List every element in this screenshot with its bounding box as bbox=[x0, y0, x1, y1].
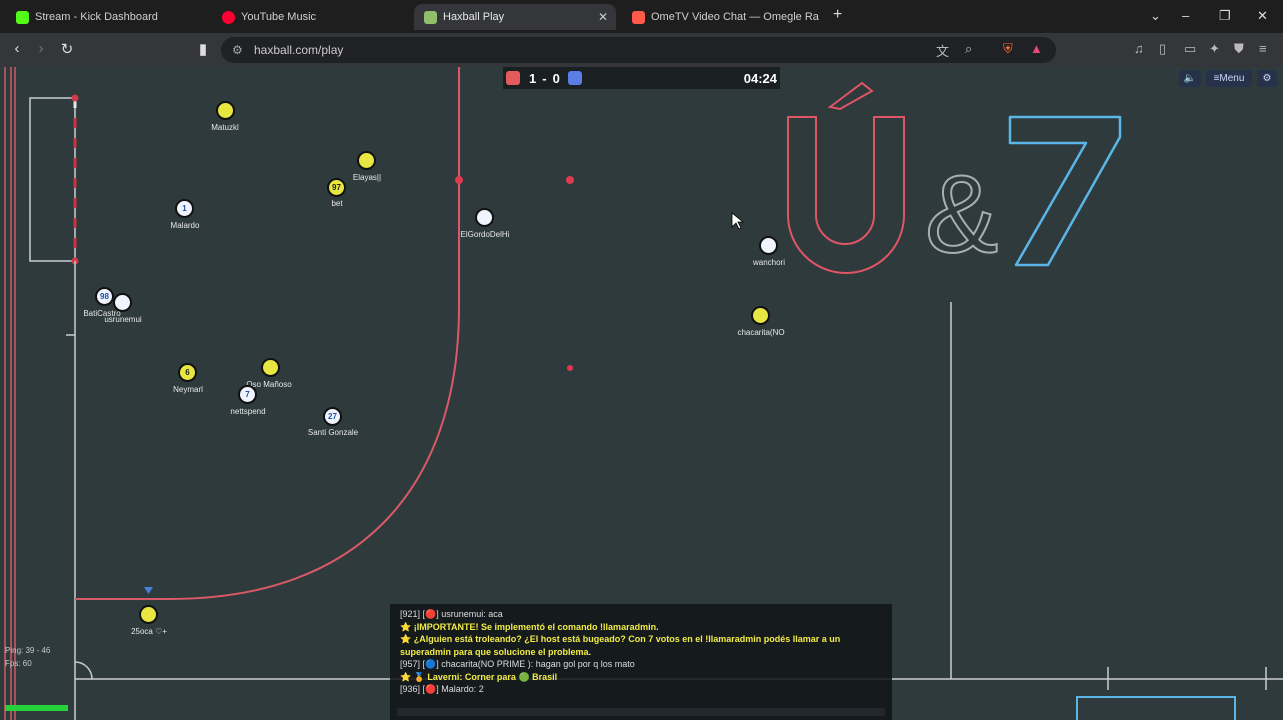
zoom-icon[interactable]: ⌕ bbox=[965, 41, 972, 57]
player-disc: 6 bbox=[178, 363, 197, 382]
player-disc bbox=[216, 101, 235, 120]
ometv-icon bbox=[632, 10, 645, 24]
player-number: 6 bbox=[185, 368, 190, 377]
player-name: nettspend bbox=[230, 407, 266, 416]
player-name: Malardo bbox=[170, 221, 200, 230]
tab-ometv[interactable]: OmeTV Video Chat — Omegle Ra bbox=[622, 4, 822, 30]
player-disc: 98 bbox=[95, 287, 114, 306]
speaker-icon: 🔈 bbox=[1183, 73, 1197, 84]
chat-message: superadmin para que solucione el problem… bbox=[400, 646, 592, 657]
tab-haxball-play[interactable]: Haxball Play ✕ bbox=[414, 4, 616, 30]
tab-label: OmeTV Video Chat — Omegle Ra bbox=[651, 11, 819, 23]
chat-input[interactable] bbox=[397, 708, 885, 716]
player-name: wanchori bbox=[752, 258, 785, 267]
kick-icon bbox=[16, 10, 29, 24]
haxball-game-canvas[interactable]: & 1 - 0 04:24 🔈 ≡Menu ⚙ Matuzkl Elayas||… bbox=[0, 67, 1283, 720]
player-name: ElGordoDelHi bbox=[460, 230, 510, 239]
tab-label: Haxball Play bbox=[443, 11, 505, 23]
forward-icon[interactable]: › bbox=[31, 40, 51, 57]
chat-message: [957] [🔵] chacarita(NO PRIME ): hagan go… bbox=[400, 659, 635, 669]
chat-message: ⭐ 🏅 Laverni: Corner para 🟢 Brasil bbox=[400, 671, 558, 682]
player-disc: 27 bbox=[323, 407, 342, 426]
chat-message: ⭐ ¿Alguien está troleando? ¿El host está… bbox=[400, 634, 841, 644]
close-window-icon[interactable]: ✕ bbox=[1257, 8, 1268, 24]
settings-button[interactable]: ⚙ bbox=[1257, 70, 1277, 87]
brave-shield-icon[interactable]: ⛨ bbox=[1003, 41, 1013, 57]
player-name: usrunemui bbox=[104, 315, 142, 324]
sidebar-icon[interactable]: ▯ bbox=[1159, 41, 1166, 57]
browser-menu-icon[interactable]: ≡ bbox=[1259, 41, 1267, 56]
gear-icon: ⚙ bbox=[1262, 73, 1272, 84]
ping-readout: Ping: 39 - 46 bbox=[5, 646, 51, 655]
player-name: bet bbox=[331, 199, 343, 208]
sound-button[interactable]: 🔈 bbox=[1179, 70, 1201, 87]
performance-bar bbox=[5, 705, 68, 711]
red-team-icon bbox=[506, 71, 520, 85]
tab-label: YouTube Music bbox=[241, 11, 317, 23]
player-number: 7 bbox=[245, 390, 250, 399]
chat-message: [921] [🔴] usrunemui: aca bbox=[400, 609, 503, 619]
player-disc: 7 bbox=[238, 385, 257, 404]
blue-score: 0 bbox=[552, 70, 560, 86]
media-icon[interactable]: ♫ bbox=[1134, 41, 1144, 56]
player-disc bbox=[139, 605, 158, 624]
player-disc bbox=[759, 236, 778, 255]
translate-icon[interactable]: 文 bbox=[936, 41, 949, 60]
site-info-icon[interactable]: ⚙ bbox=[232, 37, 243, 63]
menu-button[interactable]: ≡Menu bbox=[1206, 70, 1252, 87]
player-number: 97 bbox=[332, 183, 341, 192]
close-tab-icon[interactable]: ✕ bbox=[598, 10, 608, 24]
player-number: 1 bbox=[182, 204, 187, 213]
player-disc bbox=[261, 358, 280, 377]
player-disc bbox=[475, 208, 494, 227]
tab-search-icon[interactable]: ⌄ bbox=[1150, 8, 1161, 24]
vpn-icon[interactable]: ⛊ bbox=[1234, 41, 1244, 57]
haxball-icon bbox=[424, 10, 437, 24]
player-disc bbox=[113, 293, 132, 312]
player-disc: 97 bbox=[327, 178, 346, 197]
player-number: 27 bbox=[328, 412, 337, 421]
leo-ai-icon[interactable]: ✦ bbox=[1209, 41, 1220, 57]
network-stats: Ping: 39 - 46 Fps: 60 bbox=[5, 644, 50, 670]
blue-team-icon bbox=[567, 71, 582, 85]
chat-panel: [921] [🔴] usrunemui: aca ⭐ ¡IMPORTANTE! … bbox=[390, 604, 892, 720]
toolbar: ‹ › ↻ ▮ ⚙ haxball.com/play 文 ⌕ ⛨ ▲ ♫ ▯ ▭… bbox=[0, 33, 1283, 67]
address-input[interactable]: ⚙ haxball.com/play bbox=[221, 37, 1056, 63]
minimize-icon[interactable]: – bbox=[1182, 8, 1189, 23]
browser-tab-strip: Stream - Kick Dashboard YouTube Music Ha… bbox=[0, 0, 1283, 33]
wallet-icon[interactable]: ▭ bbox=[1184, 41, 1196, 57]
bookmark-icon[interactable]: ▮ bbox=[193, 40, 213, 58]
scoreboard: 1 - 0 04:24 bbox=[503, 67, 780, 89]
back-icon[interactable]: ‹ bbox=[7, 40, 27, 57]
url-text: haxball.com/play bbox=[254, 43, 344, 57]
restore-icon[interactable]: ❐ bbox=[1219, 8, 1231, 24]
player-name: Santi Gonzale bbox=[307, 428, 359, 437]
tab-label: Stream - Kick Dashboard bbox=[35, 11, 158, 23]
player-disc: 1 bbox=[175, 199, 194, 218]
player-name: Matuzkl bbox=[211, 123, 239, 132]
fps-readout: Fps: 60 bbox=[5, 659, 32, 668]
reload-icon[interactable]: ↻ bbox=[57, 40, 77, 58]
new-tab-button[interactable]: + bbox=[833, 6, 842, 24]
chat-message: [936] [🔴] Malardo: 2 bbox=[400, 684, 484, 694]
player-number: 98 bbox=[100, 292, 109, 301]
player-name: Neymarl bbox=[173, 385, 203, 394]
player-name: chacarita(NO bbox=[737, 328, 785, 337]
match-timer: 04:24 bbox=[743, 70, 777, 86]
youtube-music-icon bbox=[222, 10, 235, 24]
svg-text:&: & bbox=[925, 153, 998, 276]
player-disc bbox=[357, 151, 376, 170]
chat-message: ⭐ ¡IMPORTANTE! Se implementó el comando … bbox=[400, 621, 659, 632]
tab-youtube-music[interactable]: YouTube Music bbox=[212, 4, 412, 30]
score-separator: - bbox=[542, 70, 547, 86]
tab-kick-dashboard[interactable]: Stream - Kick Dashboard bbox=[6, 4, 206, 30]
player-name: 25oca ♡+ bbox=[131, 627, 167, 636]
player-disc bbox=[751, 306, 770, 325]
brave-rewards-icon[interactable]: ▲ bbox=[1030, 41, 1043, 56]
red-score: 1 bbox=[529, 70, 537, 86]
